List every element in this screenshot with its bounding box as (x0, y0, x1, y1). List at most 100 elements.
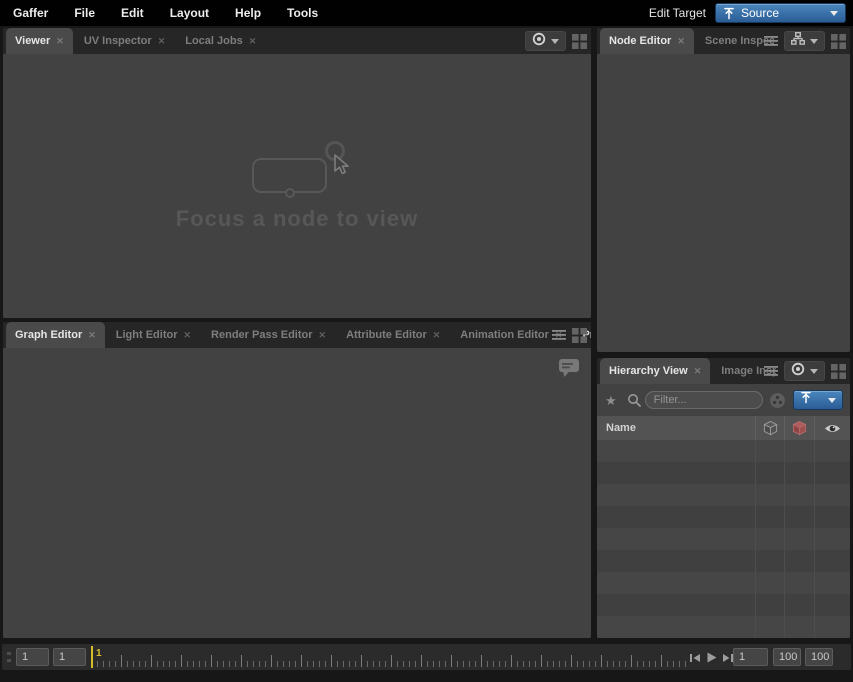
edit-target-value: Source (741, 6, 824, 20)
table-row[interactable] (597, 594, 850, 616)
filter-settings-icon[interactable] (769, 392, 786, 409)
close-tab-icon[interactable]: ✕ (677, 37, 685, 46)
tab-label: Render Pass Editor (211, 329, 312, 341)
timeline-bar: 1 1 1 1 100 100 (2, 644, 851, 670)
close-tab-icon[interactable]: ✕ (319, 331, 327, 340)
hierarchy-focus-menu-button[interactable] (784, 361, 825, 381)
tab-attribute-editor[interactable]: Attribute Editor ✕ (337, 322, 449, 348)
table-row[interactable] (597, 528, 850, 550)
table-row[interactable] (597, 484, 850, 506)
menu-file[interactable]: File (61, 0, 108, 26)
table-row[interactable] (597, 616, 850, 638)
drag-handle-icon[interactable] (7, 652, 11, 664)
menu-bar: Gaffer File Edit Layout Help Tools Edit … (0, 0, 853, 26)
tab-label: Local Jobs (185, 35, 242, 47)
tab-list-menu-icon[interactable] (764, 35, 778, 47)
tab-node-editor[interactable]: Node Editor ✕ (600, 28, 694, 54)
close-tab-icon[interactable]: ✕ (694, 367, 702, 376)
column-header-shading[interactable] (784, 416, 814, 440)
cursor-arrow-icon (332, 154, 352, 181)
table-row[interactable] (597, 550, 850, 572)
edit-target-dropdown[interactable]: Source (715, 3, 846, 23)
viewer-viewport[interactable]: Focus a node to view (3, 54, 591, 318)
viewer-panel: Viewer ✕ UV Inspector ✕ Local Jobs ✕ (3, 28, 591, 318)
tab-graph-editor[interactable]: Graph Editor ✕ (6, 322, 105, 348)
close-tab-icon[interactable]: ✕ (433, 331, 441, 340)
node-editor-mode-button[interactable] (784, 31, 825, 51)
table-row[interactable] (597, 572, 850, 594)
timeline-range-end-field[interactable]: 100 (773, 648, 801, 666)
column-header-visibility[interactable] (814, 416, 850, 440)
menu-gaffer[interactable]: Gaffer (0, 0, 61, 26)
timeline-ruler[interactable] (91, 647, 691, 667)
tab-viewer[interactable]: Viewer ✕ (6, 28, 73, 54)
close-tab-icon[interactable]: ✕ (184, 331, 192, 340)
column-divider (784, 440, 785, 638)
column-header-geometry[interactable] (755, 416, 784, 440)
node-editor-body[interactable] (597, 54, 850, 352)
chevron-down-icon (828, 398, 836, 403)
column-header-name[interactable]: Name (597, 422, 755, 434)
timeline-range-start-field[interactable]: 1 (733, 648, 768, 666)
layout-grid-icon[interactable] (831, 364, 846, 379)
tab-list-menu-icon[interactable] (552, 329, 566, 341)
bookmark-star-icon[interactable]: ★ (605, 394, 617, 407)
column-divider (755, 440, 756, 638)
transport-controls (689, 651, 734, 664)
menu-tools[interactable]: Tools (274, 0, 331, 26)
play-icon[interactable] (705, 651, 718, 664)
menu-layout[interactable]: Layout (157, 0, 222, 26)
timeline-playhead[interactable] (91, 646, 93, 668)
tab-uv-inspector[interactable]: UV Inspector ✕ (75, 28, 174, 54)
edit-scope-pin-icon (800, 391, 812, 409)
close-tab-icon[interactable]: ✕ (249, 37, 257, 46)
menu-edit[interactable]: Edit (108, 0, 157, 26)
chevron-down-icon (551, 39, 559, 44)
column-divider (814, 440, 815, 638)
hierarchy-view-panel: Hierarchy View ✕ Image Inspe (597, 358, 850, 638)
tab-render-pass-editor[interactable]: Render Pass Editor ✕ (202, 322, 335, 348)
tab-label: Attribute Editor (346, 329, 427, 341)
edit-scope-pin-icon (723, 7, 735, 20)
chevron-down-icon (810, 369, 818, 374)
close-tab-icon[interactable]: ✕ (158, 37, 166, 46)
table-row[interactable] (597, 506, 850, 528)
viewer-placeholder-text: Focus a node to view (3, 206, 591, 232)
layout-grid-icon[interactable] (831, 34, 846, 49)
target-icon (532, 32, 546, 51)
hierarchy-view-tabbar: Hierarchy View ✕ Image Inspe (597, 358, 850, 384)
graph-editor-canvas[interactable] (3, 348, 591, 638)
viewer-tabbar: Viewer ✕ UV Inspector ✕ Local Jobs ✕ (3, 28, 591, 54)
tab-label: Light Editor (116, 329, 178, 341)
viewer-focus-menu-button[interactable] (525, 31, 566, 51)
target-icon (791, 362, 805, 381)
gaffer-window: Gaffer File Edit Layout Help Tools Edit … (0, 0, 853, 682)
annotation-bubble-icon[interactable] (557, 357, 581, 384)
timeline-start-frame-field[interactable]: 1 (16, 648, 49, 666)
chevron-down-icon (830, 11, 838, 16)
skip-to-start-icon[interactable] (689, 652, 701, 664)
filter-input[interactable] (645, 391, 763, 409)
close-tab-icon[interactable]: ✕ (88, 331, 96, 340)
tab-list-menu-icon[interactable] (764, 365, 778, 377)
node-graph-icon (791, 32, 805, 50)
tab-label: Graph Editor (15, 329, 82, 341)
close-tab-icon[interactable]: ✕ (56, 37, 64, 46)
hierarchy-table-header: Name (597, 416, 850, 440)
layout-grid-icon[interactable] (572, 328, 587, 343)
hierarchy-filter-row: ★ (597, 388, 850, 412)
node-editor-tabbar: Node Editor ✕ Scene Inspecto (597, 28, 850, 54)
tab-hierarchy-view[interactable]: Hierarchy View ✕ (600, 358, 710, 384)
timeline-end-frame-field[interactable]: 100 (805, 648, 833, 666)
layout-grid-icon[interactable] (572, 34, 587, 49)
hierarchy-scope-dropdown[interactable] (793, 390, 843, 410)
tab-scene-inspector[interactable]: Scene Inspecto (696, 28, 774, 54)
chevron-down-icon (810, 39, 818, 44)
table-row[interactable] (597, 440, 850, 462)
menu-help[interactable]: Help (222, 0, 274, 26)
tab-local-jobs[interactable]: Local Jobs ✕ (176, 28, 265, 54)
graph-editor-tabbar: Graph Editor ✕ Light Editor ✕ Render Pas… (3, 322, 591, 348)
table-row[interactable] (597, 462, 850, 484)
timeline-current-frame-field[interactable]: 1 (53, 648, 86, 666)
tab-light-editor[interactable]: Light Editor ✕ (107, 322, 200, 348)
